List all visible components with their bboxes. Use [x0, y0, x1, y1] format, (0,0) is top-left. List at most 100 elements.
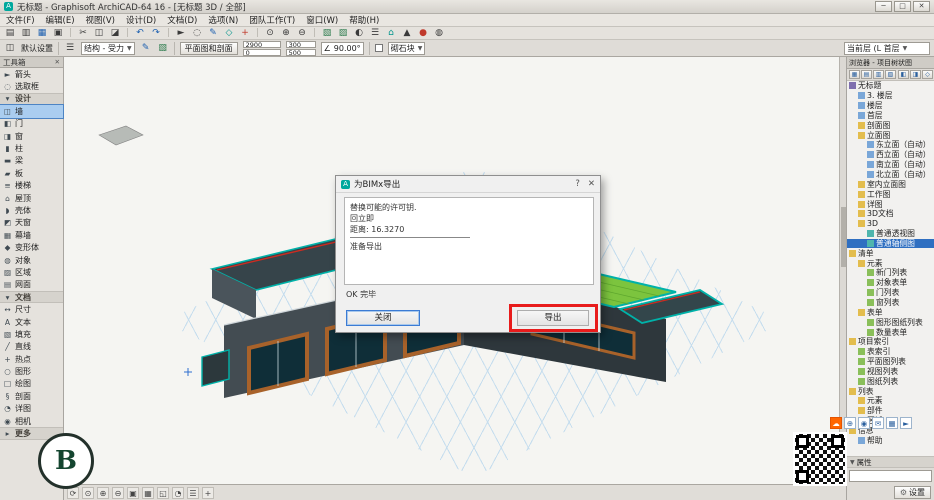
tree-item[interactable]: 表索引: [847, 347, 934, 357]
properties-dropdown[interactable]: [849, 470, 932, 482]
share-icon[interactable]: ◉: [858, 417, 870, 429]
maximize-button[interactable]: □: [894, 1, 911, 12]
toolbar-icon[interactable]: |: [166, 28, 171, 39]
share-icon[interactable]: ⊕: [844, 417, 856, 429]
toolbar-icon[interactable]: ◐: [353, 28, 365, 39]
toolbox-item[interactable]: ▧ 填充: [0, 328, 63, 340]
toolbar-icon[interactable]: ✎: [207, 28, 219, 39]
layer-select[interactable]: 当前层 (L 首层▼: [844, 42, 930, 55]
toolbox-item[interactable]: ▨ 区域: [0, 266, 63, 278]
toolbox-item[interactable]: ▰ 板: [0, 167, 63, 179]
share-icon[interactable]: ☁: [830, 417, 842, 429]
toolbox-item[interactable]: ◌ 选取框: [0, 80, 63, 92]
toolbox-item[interactable]: ◔ 详图: [0, 403, 63, 415]
fill-pen-icon[interactable]: ▧: [157, 43, 169, 54]
settings-button[interactable]: ⚙ 设置: [894, 486, 931, 499]
toolbox-item[interactable]: □ 绘图: [0, 378, 63, 390]
tree-item[interactable]: 东立面（自动）: [847, 140, 934, 150]
toolbox-item[interactable]: ◍ 对象: [0, 254, 63, 266]
statusbar-icon[interactable]: ▦: [142, 487, 154, 499]
statusbar-icon[interactable]: ◱: [157, 487, 169, 499]
dialog-title-bar[interactable]: A 为BIMx导出 ? ✕: [336, 176, 600, 193]
pen-icon[interactable]: ✎: [140, 43, 152, 54]
navigator-view-icon[interactable]: ◇: [922, 70, 933, 79]
toolbox-item[interactable]: ► 箭头: [0, 68, 63, 80]
toolbar-icon[interactable]: ▤: [4, 28, 16, 39]
menu-item[interactable]: 选项(N): [208, 14, 238, 26]
statusbar-icon[interactable]: ⊙: [82, 487, 94, 499]
toolbar-icon[interactable]: ⊕: [280, 28, 292, 39]
toolbox-item[interactable]: ○ 图形: [0, 365, 63, 377]
toolbar-icon[interactable]: ▧: [321, 28, 333, 39]
tree-item[interactable]: 剖面图: [847, 120, 934, 130]
toolbox-item[interactable]: § 剖面: [0, 390, 63, 402]
toolbox-item[interactable]: ⌂ 屋顶: [0, 192, 63, 204]
toolbox-item[interactable]: ◩ 天窗: [0, 217, 63, 229]
tree-item[interactable]: 部件: [847, 406, 934, 416]
toolbox-item[interactable]: ↔ 尺寸: [0, 303, 63, 315]
dialog-close-button[interactable]: 关闭: [346, 310, 420, 326]
tree-item[interactable]: 3D文档: [847, 209, 934, 219]
material-select[interactable]: 砌石块▼: [388, 42, 426, 55]
toolbox-item[interactable]: ◫ 墙: [0, 105, 63, 117]
tree-item[interactable]: 图纸列表: [847, 376, 934, 386]
toolbox-item[interactable]: ◉ 相机: [0, 415, 63, 427]
toolbar-icon[interactable]: ◇: [223, 28, 235, 39]
toolbar-icon[interactable]: ↶: [134, 28, 146, 39]
toolbox-close-icon[interactable]: ✕: [55, 58, 60, 66]
default-settings-label[interactable]: 默认设置: [21, 43, 53, 54]
toolbar-icon[interactable]: |: [312, 28, 317, 39]
statusbar-icon[interactable]: ☰: [187, 487, 199, 499]
tree-item[interactable]: 普通轴侧图: [847, 239, 934, 249]
tree-item[interactable]: 工作图: [847, 189, 934, 199]
wall-ref-offset-input[interactable]: 500: [286, 49, 316, 56]
tree-item[interactable]: 南立面（自动）: [847, 160, 934, 170]
toolbar-icon[interactable]: ⊙: [264, 28, 276, 39]
tree-item[interactable]: 西立面（自动）: [847, 150, 934, 160]
tree-item[interactable]: 详图: [847, 199, 934, 209]
menu-item[interactable]: 帮助(H): [349, 14, 379, 26]
toolbox-item[interactable]: ≡ 楼梯: [0, 180, 63, 192]
tree-item[interactable]: 室内立面图: [847, 179, 934, 189]
toolbar-icon[interactable]: ►: [175, 28, 187, 39]
navigator-tab-icon[interactable]: ▧: [885, 70, 896, 79]
tree-item[interactable]: 项目索引: [847, 337, 934, 347]
statusbar-icon[interactable]: ◔: [172, 487, 184, 499]
toolbar-icon[interactable]: ◍: [433, 28, 445, 39]
structure-select[interactable]: 结构 - 受力▼: [81, 42, 135, 55]
tree-item[interactable]: 新门列表: [847, 268, 934, 278]
toolbar-icon[interactable]: ◌: [191, 28, 203, 39]
toolbox-item[interactable]: ▦ 幕墙: [0, 229, 63, 241]
tree-item[interactable]: 窗列表: [847, 298, 934, 308]
toolbar-icon[interactable]: ◪: [109, 28, 121, 39]
toolbar-icon[interactable]: |: [68, 28, 73, 39]
toolbar-icon[interactable]: ▨: [337, 28, 349, 39]
dialog-close-icon[interactable]: ✕: [588, 179, 595, 189]
tree-item[interactable]: 北立面（自动）: [847, 170, 934, 180]
toolbox-item[interactable]: ╱ 直线: [0, 341, 63, 353]
angle-field[interactable]: ∠ 90.00°: [321, 42, 364, 55]
toolbar-icon[interactable]: |: [125, 28, 130, 39]
tree-item[interactable]: 普通透视图: [847, 229, 934, 239]
menu-item[interactable]: 编辑(E): [46, 14, 75, 26]
tree-item[interactable]: 对象表单: [847, 278, 934, 288]
toolbar-icon[interactable]: ↷: [150, 28, 162, 39]
menu-item[interactable]: 设计(D): [126, 14, 156, 26]
tree-item[interactable]: 元素: [847, 258, 934, 268]
toolbar-icon[interactable]: ●: [417, 28, 429, 39]
toolbar-icon[interactable]: ⊖: [296, 28, 308, 39]
toolbar-icon[interactable]: ▣: [52, 28, 64, 39]
toolbar-icon[interactable]: ◫: [93, 28, 105, 39]
toolbox-item[interactable]: ◆ 变形体: [0, 241, 63, 253]
tree-item[interactable]: 帮助: [847, 435, 934, 445]
dialog-help-button[interactable]: ?: [575, 179, 580, 189]
share-icon[interactable]: ►: [900, 417, 912, 429]
wall-settings-icon[interactable]: ◫: [4, 43, 16, 54]
wall-top-height-input[interactable]: 2900: [243, 41, 281, 48]
menu-item[interactable]: 文件(F): [6, 14, 35, 26]
statusbar-icon[interactable]: ⊖: [112, 487, 124, 499]
wall-base-height-input[interactable]: 0: [243, 49, 281, 56]
menu-item[interactable]: 团队工作(T): [249, 14, 295, 26]
plan-section-button[interactable]: 平面图和剖面: [180, 42, 238, 55]
tree-item[interactable]: 清单: [847, 248, 934, 258]
